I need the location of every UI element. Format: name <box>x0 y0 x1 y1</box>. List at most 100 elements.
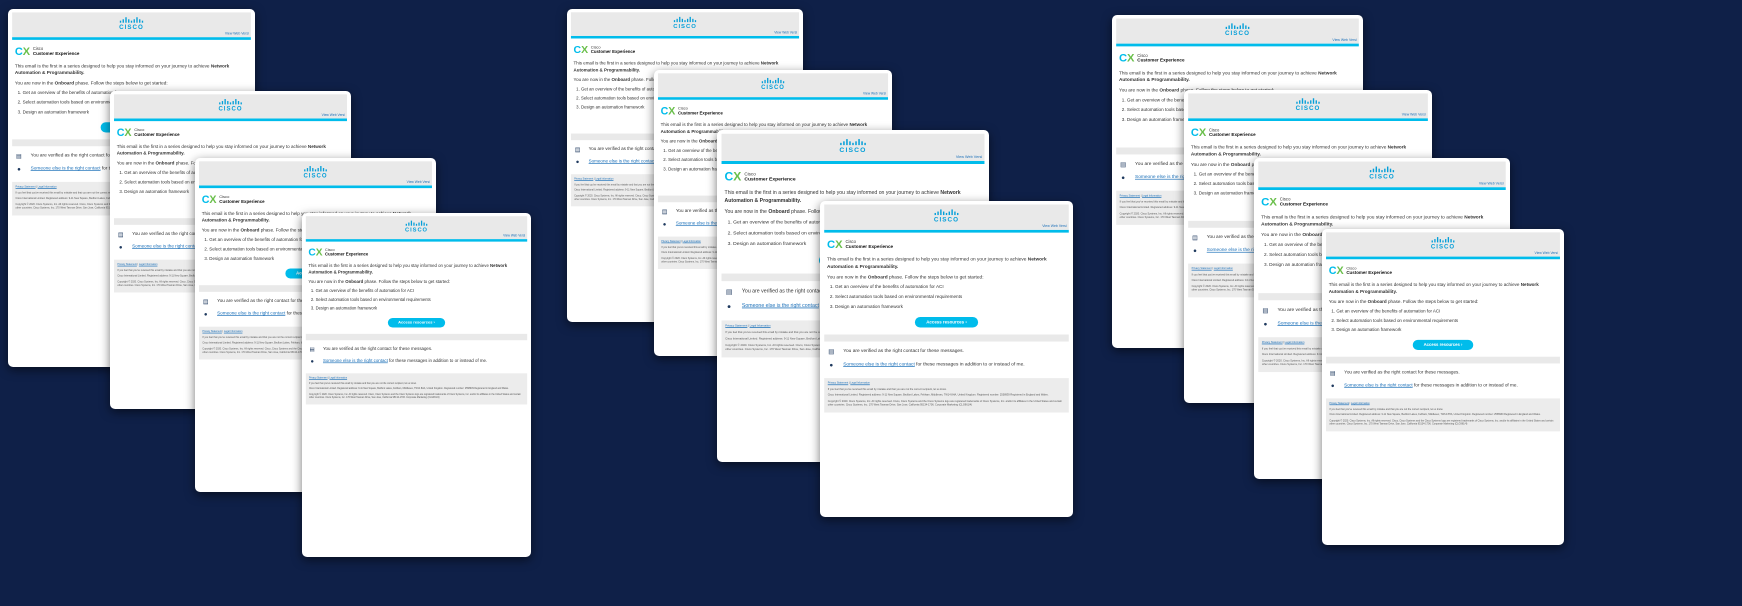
someone-else-text: Someone else is the right contact for th… <box>1344 383 1518 389</box>
someone-else-link[interactable]: Someone else is the right contact <box>217 312 285 317</box>
view-web-version-link[interactable]: View Web Versi <box>1042 224 1066 228</box>
legal-information-link[interactable]: Legal Information <box>1214 267 1233 270</box>
view-web-version-link[interactable]: View Web Versi <box>1402 113 1426 117</box>
someone-else-link[interactable]: Someone else is the right contact <box>323 359 388 363</box>
footer-received-line: If you feel that you've received this em… <box>827 387 947 391</box>
legal-information-link[interactable]: Legal Information <box>1351 402 1370 405</box>
cx-brand-text: Cisco Customer Experience <box>134 129 179 138</box>
cisco-logo: CISCO <box>1225 23 1250 37</box>
phase-paragraph: You are now in the Onboard phase. Follow… <box>827 275 1066 280</box>
cx-brand-text: Cisco Customer Experience <box>33 48 80 57</box>
privacy-statement-link[interactable]: Privacy Statement <box>1329 402 1349 405</box>
email-header: CISCO View Web Versi <box>114 94 347 119</box>
legal-information-link[interactable]: Legal Information <box>38 186 57 189</box>
legal-information-link[interactable]: Legal Information <box>139 263 158 266</box>
view-web-version-link[interactable]: View Web Versi <box>225 32 249 36</box>
view-web-version-link[interactable]: View Web Versi <box>407 180 430 184</box>
privacy-statement-link[interactable]: Privacy Statement <box>574 178 593 181</box>
email-footer: Privacy Statement | Legal Information If… <box>305 373 528 405</box>
intro-text: This email is the first in a series desi… <box>308 263 491 269</box>
privacy-statement-link[interactable]: Privacy Statement <box>202 330 222 333</box>
accent-divider <box>1326 256 1560 260</box>
someone-else-link[interactable]: Someone else is the right contact <box>843 362 915 367</box>
email-content: CISCO View Web Versi CX Cisco Customer E… <box>1322 229 1564 436</box>
privacy-statement-link[interactable]: Privacy Statement <box>16 186 36 189</box>
section-divider <box>305 334 528 341</box>
privacy-statement-link[interactable]: Privacy Statement <box>309 377 328 380</box>
privacy-statement-link[interactable]: Privacy Statement <box>117 263 137 266</box>
legal-information-link[interactable]: Legal Information <box>750 324 771 327</box>
cisco-bars-icon <box>934 209 959 216</box>
phase-name: Onboard <box>1230 162 1251 168</box>
privacy-statement-link[interactable]: Privacy Statement <box>1120 194 1140 197</box>
verified-row: ▤ You are verified as the right contact … <box>1329 370 1558 376</box>
cx-product: Customer Experience <box>590 49 636 55</box>
email-header: CISCO View Web Versi <box>824 204 1069 230</box>
email-header: CISCO View Web Versi <box>1188 93 1428 119</box>
cx-brand: CX Cisco Customer Experience <box>827 238 1067 251</box>
view-web-version-link[interactable]: View Web Versi <box>1332 38 1356 42</box>
view-web-version-link[interactable]: View Web Versi <box>1535 251 1558 255</box>
footer-links: Privacy Statement | Legal Information <box>1329 402 1556 406</box>
someone-else-text: Someone else is the right contact for th… <box>843 362 1024 368</box>
cx-brand-text: Cisco Customer Experience <box>591 46 635 55</box>
cisco-bars-icon <box>303 166 327 172</box>
someone-else-rest: for these messages in addition to or ins… <box>387 358 488 364</box>
person-icon: ● <box>727 302 732 311</box>
cx-brand-text: Cisco Customer Experience <box>1137 54 1184 63</box>
someone-else-link[interactable]: Someone else is the right contact <box>589 159 656 164</box>
privacy-statement-link[interactable]: Privacy Statement <box>828 382 849 385</box>
view-web-version-link[interactable]: View Web Versi <box>774 31 797 35</box>
collage-background: { "email": { "header": { "logo_text": "C… <box>0 0 1742 606</box>
accent-divider <box>657 97 889 100</box>
accent-divider <box>1188 118 1428 121</box>
legal-information-link[interactable]: Legal Information <box>1142 194 1161 197</box>
legal-information-link[interactable]: Legal Information <box>683 240 701 243</box>
phase-paragraph: You are now in the Onboard phase. Follow… <box>15 81 248 86</box>
someone-else-link[interactable]: Someone else is the right contact <box>132 245 200 250</box>
phase-text: You are now in the <box>201 228 241 234</box>
cx-logo-icon: CX <box>308 247 323 259</box>
view-web-version-link[interactable]: View Web Versi <box>863 92 886 96</box>
cisco-wordmark: CISCO <box>303 172 328 179</box>
privacy-statement-link[interactable]: Privacy Statement <box>725 324 747 327</box>
access-resources-button[interactable]: Access resources › <box>914 317 979 328</box>
privacy-statement-link[interactable]: Privacy Statement <box>1262 341 1283 344</box>
view-web-version-link[interactable]: View Web Versi <box>322 113 345 117</box>
privacy-statement-link[interactable]: Privacy Statement <box>1192 267 1212 270</box>
cisco-logo: CISCO <box>1431 237 1455 250</box>
cx-brand-text: Cisco Customer Experience <box>219 196 264 205</box>
cx-brand: CX Cisco Customer Experience <box>661 106 887 117</box>
view-web-version-link[interactable]: View Web Versi <box>956 155 982 160</box>
legal-information-link[interactable]: Legal Information <box>224 330 243 333</box>
email-header: CISCO View Web Versi <box>1116 18 1359 44</box>
someone-else-link[interactable]: Someone else is the right contact <box>1344 383 1412 388</box>
privacy-statement-link[interactable]: Privacy Statement <box>661 240 680 243</box>
cisco-bars-icon <box>1225 23 1250 29</box>
lock-icon: ▤ <box>661 208 668 216</box>
access-resources-button[interactable]: Access resources › <box>387 318 446 328</box>
phase-name: Onboard <box>155 161 175 167</box>
cx-brand-text: Cisco Customer Experience <box>744 173 795 183</box>
someone-else-link[interactable]: Someone else is the right contact <box>31 166 101 171</box>
legal-information-link[interactable]: Legal Information <box>595 178 613 181</box>
view-web-version-link[interactable]: View Web Versi <box>1479 181 1504 185</box>
someone-else-row: ● Someone else is the right contact for … <box>1329 383 1558 389</box>
legal-information-link[interactable]: Legal Information <box>329 377 347 380</box>
cx-logo-icon: CX <box>827 238 843 251</box>
phase-text: You are now in the <box>1328 299 1368 305</box>
lock-icon: ▤ <box>1262 306 1269 314</box>
legal-information-link[interactable]: Legal Information <box>1285 341 1305 344</box>
cx-product: Customer Experience <box>1279 201 1328 207</box>
access-resources-button[interactable]: Access resources › <box>1412 340 1474 351</box>
someone-else-text: Someone else is the right contact for th… <box>323 359 487 364</box>
cx-product: Customer Experience <box>677 110 723 116</box>
cx-logo-icon: CX <box>724 170 742 184</box>
view-web-version-link[interactable]: View Web Versi <box>503 234 525 238</box>
someone-else-link[interactable]: Someone else is the right contact <box>742 303 819 308</box>
someone-else-row: ● Someone else is the right contact for … <box>308 359 524 365</box>
cx-brand-text: Cisco Customer Experience <box>325 249 368 257</box>
legal-information-link[interactable]: Legal Information <box>850 382 870 385</box>
intro-paragraph: This email is the first in a series desi… <box>308 263 524 276</box>
intro-text: This email is the first in a series desi… <box>1328 282 1521 288</box>
